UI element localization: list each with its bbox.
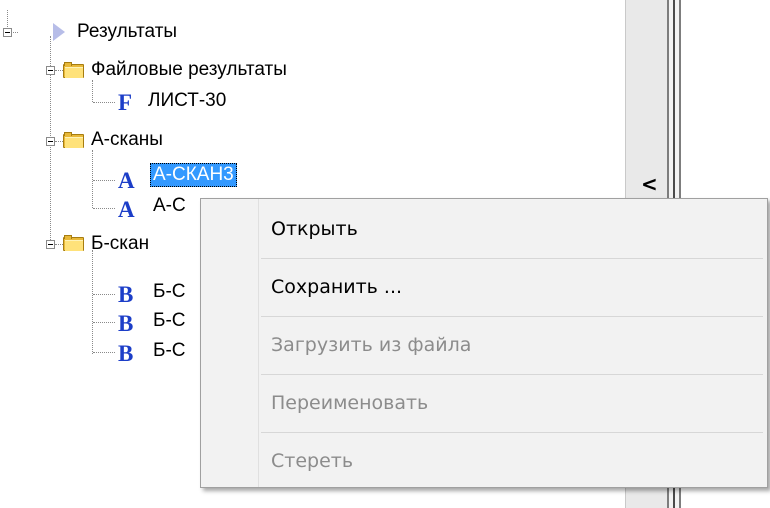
menu-item-load-from-file[interactable]: Загрузить из файла	[202, 317, 766, 373]
root-collapse-toggle[interactable]	[3, 28, 12, 37]
menu-item-rename[interactable]: Переименовать	[202, 375, 766, 431]
tree-node-bscan-item[interactable]: Б-С	[150, 279, 189, 305]
tree-node-label: Файловые результаты	[91, 59, 287, 80]
tree-node-label: Результаты	[77, 21, 178, 42]
tree-line	[92, 150, 93, 208]
tree-line	[92, 250, 93, 354]
tree-line	[93, 180, 115, 181]
tree-node-label: А-С	[153, 195, 186, 216]
tree-node-label: Б-С	[153, 281, 186, 302]
tree-node-file-item[interactable]: ЛИСТ-30	[145, 88, 229, 114]
tree-node-file-results[interactable]: Файловые результаты	[88, 57, 290, 83]
tree-node-bscan-item[interactable]: Б-С	[150, 338, 189, 364]
tree-node-ascan-item[interactable]: А-СКАН3	[150, 162, 237, 188]
tree-node-ascans[interactable]: А-сканы	[88, 127, 166, 153]
bscan-type-icon: B	[118, 341, 134, 366]
menu-item-label: Открыть	[271, 218, 358, 240]
tree-node-label-selected: А-СКАН3	[150, 163, 237, 187]
context-menu: Открыть Сохранить ... Загрузить из файла…	[200, 198, 768, 488]
collapse-left-arrow-icon[interactable]: <	[641, 172, 658, 196]
bscans-collapse-toggle[interactable]	[46, 240, 55, 249]
tree-node-label: ЛИСТ-30	[148, 90, 227, 111]
menu-item-label: Загрузить из файла	[271, 334, 472, 356]
tree-node-label: Б-скан	[91, 233, 150, 254]
ascan-type-icon: A	[118, 197, 135, 222]
bscan-type-icon: B	[118, 311, 134, 336]
tree-line	[93, 208, 115, 209]
tree-line	[93, 322, 115, 323]
tree-line	[55, 70, 63, 71]
tree-line	[93, 352, 115, 353]
tree-line	[55, 244, 63, 245]
tree-node-results[interactable]: Результаты	[74, 19, 180, 45]
menu-item-label: Переименовать	[271, 392, 429, 414]
tree-node-label: А-сканы	[91, 129, 163, 150]
tree-line	[93, 102, 115, 103]
menu-item-label: Сохранить ...	[271, 276, 403, 298]
bscan-type-icon: B	[118, 282, 134, 307]
file-type-icon: F	[118, 90, 133, 115]
folder-icon	[63, 132, 84, 148]
tree-line	[55, 141, 63, 142]
menu-item-label: Стереть	[271, 450, 354, 472]
folder-icon	[63, 235, 84, 251]
tree-node-ascan-item[interactable]: А-С	[150, 193, 189, 219]
menu-item-save[interactable]: Сохранить ...	[202, 259, 766, 315]
tree-line	[93, 294, 115, 295]
tree-node-bscans[interactable]: Б-скан	[88, 231, 152, 257]
tree-node-label: Б-С	[153, 340, 186, 361]
menu-item-delete[interactable]: Стереть	[202, 433, 766, 489]
results-arrow-icon	[53, 23, 65, 41]
tree-line	[92, 80, 93, 102]
ascan-type-icon: A	[118, 168, 135, 193]
menu-item-open[interactable]: Открыть	[202, 201, 766, 257]
files-collapse-toggle[interactable]	[46, 66, 55, 75]
ascans-collapse-toggle[interactable]	[46, 137, 55, 146]
folder-icon	[63, 62, 84, 78]
tree-node-bscan-item[interactable]: Б-С	[150, 308, 189, 334]
tree-node-label: Б-С	[153, 310, 186, 331]
